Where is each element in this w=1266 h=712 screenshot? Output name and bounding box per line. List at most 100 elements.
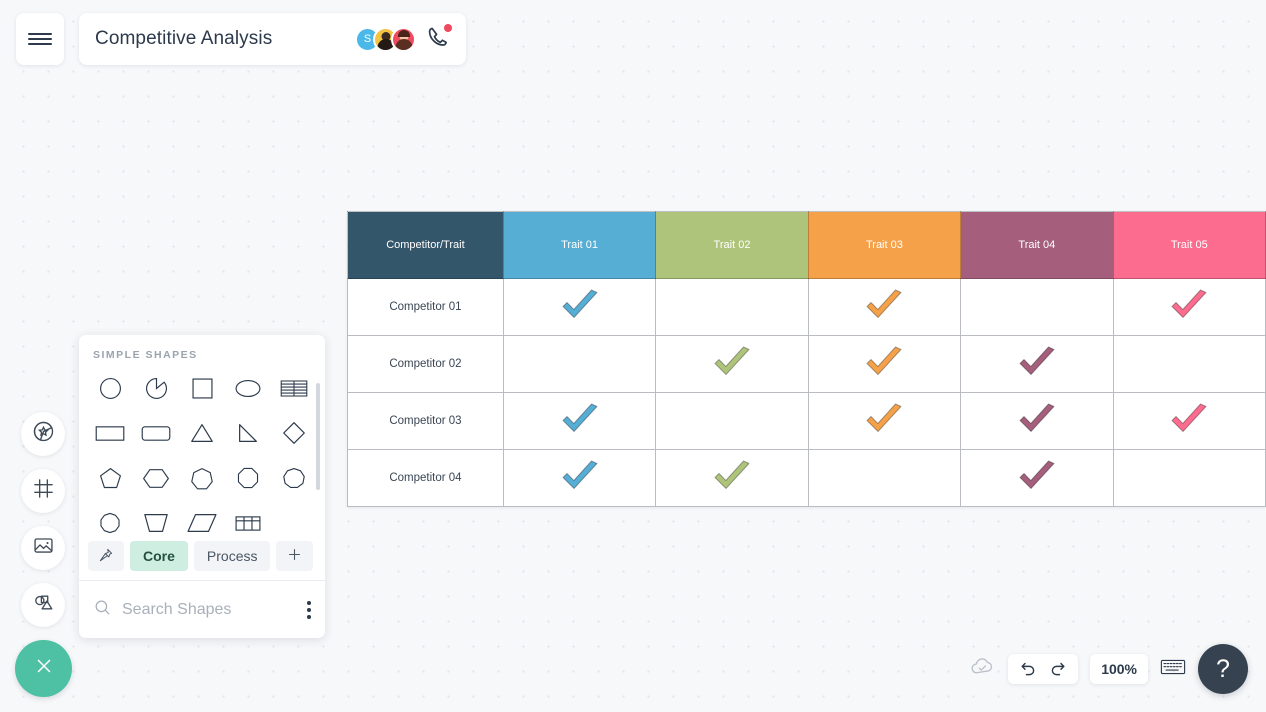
cloud-saved-icon[interactable]	[969, 653, 996, 685]
table-row-label[interactable]: Competitor 03	[347, 392, 504, 450]
tab-pinned[interactable]	[88, 541, 124, 572]
shape-parallelogram[interactable]	[179, 504, 225, 535]
shapes-panel: SIMPLE SHAPES Core Process Search Shapes	[79, 335, 325, 638]
table-cell-checked[interactable]	[502, 278, 657, 336]
phone-call-icon[interactable]	[426, 23, 452, 54]
redo-icon[interactable]	[1049, 660, 1067, 678]
shape-grid	[79, 369, 325, 535]
shape-octagon[interactable]	[225, 459, 271, 497]
shape-arc-partial-circle[interactable]	[133, 369, 179, 407]
help-button[interactable]: ?	[1198, 644, 1248, 694]
tool-rail	[21, 412, 65, 640]
table-cell-empty[interactable]	[1112, 335, 1266, 393]
table-header-trait-05[interactable]: Trait 05	[1112, 211, 1266, 279]
image-icon	[32, 534, 55, 562]
table-cell-checked[interactable]	[960, 335, 1114, 393]
table-row-label[interactable]: Competitor 01	[347, 278, 504, 336]
table-header-row: Competitor/Trait Trait 01 Trait 02 Trait…	[347, 211, 1266, 279]
collaborator-list: S	[355, 23, 452, 54]
table-cell-checked[interactable]	[807, 335, 962, 393]
close-x-icon	[33, 655, 55, 682]
shape-trapezoid[interactable]	[133, 504, 179, 535]
bottom-toolbar: 100% ?	[969, 644, 1248, 694]
hamburger-menu-button[interactable]	[16, 13, 64, 65]
undo-redo-pill	[1008, 654, 1079, 684]
table-cell-checked[interactable]	[960, 449, 1114, 507]
document-title-bar: Competitive Analysis S	[79, 13, 466, 65]
table-cell-checked[interactable]	[502, 392, 657, 450]
add-library-button[interactable]	[276, 541, 314, 572]
tab-core[interactable]: Core	[130, 541, 188, 572]
shape-nonagon[interactable]	[271, 459, 317, 497]
table-cell-checked[interactable]	[1112, 278, 1266, 336]
table-row: Competitor 01	[347, 278, 1266, 336]
sidebar-item-shapes[interactable]	[21, 583, 65, 627]
table-cell-empty[interactable]	[502, 335, 657, 393]
table-cell-empty[interactable]	[655, 392, 809, 450]
shapes-icon	[32, 591, 55, 619]
zoom-level-label: 100%	[1101, 661, 1137, 677]
table-row-label[interactable]: Competitor 04	[347, 449, 504, 507]
tab-process[interactable]: Process	[193, 541, 271, 572]
table-corner-header[interactable]: Competitor/Trait	[347, 211, 504, 279]
search-input[interactable]: Search Shapes	[122, 601, 231, 619]
shape-rounded-rectangle[interactable]	[133, 414, 179, 452]
hamburger-menu-icon	[28, 31, 52, 47]
shape-pentagon[interactable]	[87, 459, 133, 497]
zoom-level-control[interactable]: 100%	[1090, 654, 1148, 684]
shape-right-triangle[interactable]	[225, 414, 271, 452]
page-title[interactable]: Competitive Analysis	[95, 28, 272, 50]
table-cell-checked[interactable]	[502, 449, 657, 507]
whiteboard-canvas[interactable]: Competitive Analysis S SIMPLE SHAPES Cor…	[0, 0, 1266, 712]
shape-ellipse[interactable]	[225, 369, 271, 407]
shape-decagon[interactable]	[87, 504, 133, 535]
sidebar-item-frame[interactable]	[21, 469, 65, 513]
sticker-star-icon	[32, 420, 55, 448]
shape-table-striped[interactable]	[271, 369, 317, 407]
table-cell-empty[interactable]	[960, 278, 1114, 336]
table-cell-checked[interactable]	[655, 335, 809, 393]
table-header-trait-01[interactable]: Trait 01	[502, 211, 657, 279]
table-cell-empty[interactable]	[655, 278, 809, 336]
more-vertical-icon[interactable]	[307, 600, 311, 619]
tab-core-label: Core	[143, 548, 175, 565]
table-cell-empty[interactable]	[1112, 449, 1266, 507]
table-cell-checked[interactable]	[960, 392, 1114, 450]
table-header-trait-04[interactable]: Trait 04	[960, 211, 1114, 279]
close-panel-button[interactable]	[15, 640, 72, 697]
shapes-panel-heading: SIMPLE SHAPES	[93, 349, 198, 361]
table-row: Competitor 02	[347, 335, 1266, 393]
table-cell-checked[interactable]	[807, 392, 962, 450]
shapes-panel-tabs: Core Process	[79, 535, 325, 580]
shape-heptagon[interactable]	[179, 459, 225, 497]
table-cell-checked[interactable]	[807, 278, 962, 336]
frame-icon	[32, 477, 55, 505]
shape-grid-container	[79, 369, 325, 535]
help-question-icon: ?	[1216, 654, 1230, 683]
shape-grid-table[interactable]	[225, 504, 271, 535]
shape-hexagon[interactable]	[133, 459, 179, 497]
keyboard-shortcuts-icon[interactable]	[1160, 657, 1186, 682]
tab-process-label: Process	[206, 548, 258, 565]
shape-square[interactable]	[179, 369, 225, 407]
table-header-trait-02[interactable]: Trait 02	[655, 211, 809, 279]
shapes-panel-scrollbar[interactable]	[316, 383, 320, 490]
table-header-trait-03[interactable]: Trait 03	[807, 211, 962, 279]
table-cell-checked[interactable]	[655, 449, 809, 507]
shape-triangle[interactable]	[179, 414, 225, 452]
pin-icon	[98, 547, 114, 566]
undo-icon[interactable]	[1019, 660, 1037, 678]
shape-rectangle[interactable]	[87, 414, 133, 452]
avatar-initial: S	[363, 33, 372, 45]
table-row-label[interactable]: Competitor 02	[347, 335, 504, 393]
sidebar-item-image[interactable]	[21, 526, 65, 570]
shape-circle[interactable]	[87, 369, 133, 407]
shapes-search-row[interactable]: Search Shapes	[79, 580, 325, 638]
collaborator-avatar-3[interactable]	[391, 26, 416, 52]
table-cell-empty[interactable]	[807, 449, 962, 507]
table-body: Competitor 01 Competitor 02 Competitor 03 C…	[347, 278, 1266, 507]
table-cell-checked[interactable]	[1112, 392, 1266, 450]
sidebar-item-stickers[interactable]	[21, 412, 65, 456]
shape-diamond[interactable]	[271, 414, 317, 452]
competitive-analysis-table[interactable]: Competitor/Trait Trait 01 Trait 02 Trait…	[347, 211, 1266, 507]
